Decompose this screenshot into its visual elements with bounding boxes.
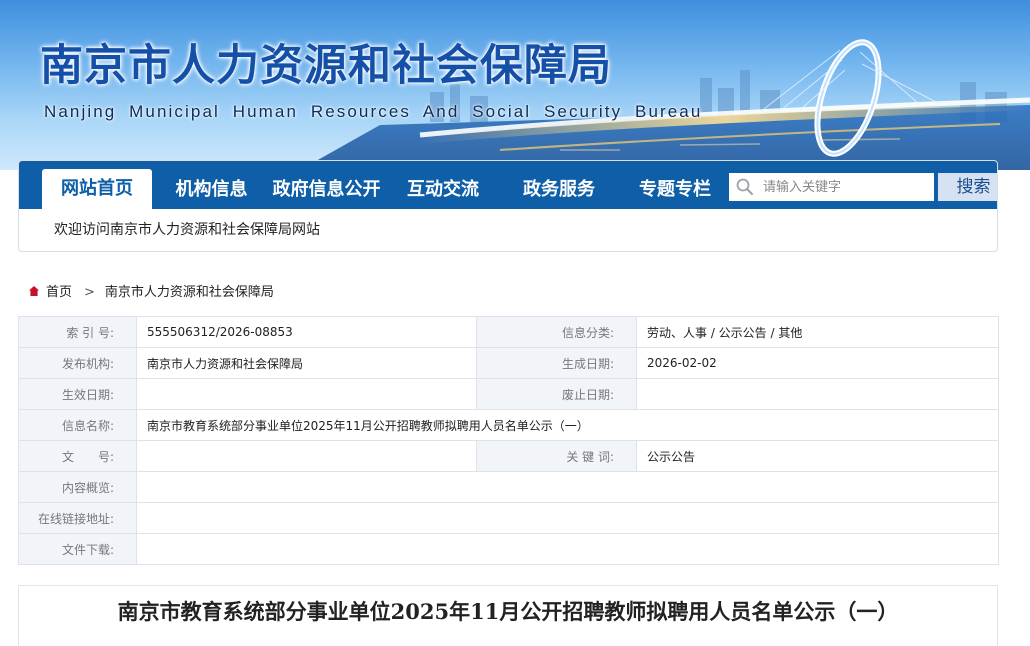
table-row: 发布机构: 南京市人力资源和社会保障局 生成日期: 2026-02-02 [18, 347, 999, 379]
table-row: 索 引 号: 555506312/2026-08853 信息分类: 劳动、人事 … [18, 316, 999, 348]
search-box [729, 173, 934, 201]
index-value: 555506312/2026-08853 [136, 316, 477, 348]
nav-item-interaction[interactable]: 互动交流 [397, 161, 489, 209]
expire-date-value [636, 378, 999, 410]
header-banner: 南京市人力资源和社会保障局 Nanjing Municipal Human Re… [0, 0, 1030, 170]
publisher-value: 南京市人力资源和社会保障局 [136, 347, 477, 379]
doc-number-label: 文 号: [18, 440, 137, 472]
category-label: 信息分类: [476, 316, 637, 348]
breadcrumb-current[interactable]: 南京市人力资源和社会保障局 [105, 285, 274, 300]
chevron-right-icon: > [84, 285, 95, 300]
document-info-table: 索 引 号: 555506312/2026-08853 信息分类: 劳动、人事 … [18, 316, 999, 565]
date-label: 生成日期: [476, 347, 637, 379]
nav-item-services[interactable]: 政务服务 [509, 161, 609, 209]
effective-date-value [136, 378, 477, 410]
table-row: 文件下载: [18, 533, 999, 565]
site-subtitle: Nanjing Municipal Human Resources And So… [44, 102, 703, 121]
nav-container: 网站首页 机构信息 政府信息公开 互动交流 政务服务 专题专栏 搜索 欢迎访问南… [18, 160, 998, 252]
online-link-value[interactable] [136, 502, 999, 534]
table-row: 文 号: 关 键 词: 公示公告 [18, 440, 999, 472]
category-value: 劳动、人事 / 公示公告 / 其他 [636, 316, 999, 348]
info-name-value: 南京市教育系统部分事业单位2025年11月公开招聘教师拟聘用人员名单公示（一） [136, 409, 999, 441]
summary-label: 内容概览: [18, 471, 137, 503]
effective-date-label: 生效日期: [18, 378, 137, 410]
table-row: 生效日期: 废止日期: [18, 378, 999, 410]
table-row: 在线链接地址: [18, 502, 999, 534]
breadcrumb: 首页 > 南京市人力资源和社会保障局 [28, 283, 274, 303]
search-input[interactable] [763, 173, 929, 201]
search-icon [736, 178, 753, 195]
info-name-label: 信息名称: [18, 409, 137, 441]
nav-item-gov-info[interactable]: 政府信息公开 [269, 161, 384, 209]
table-row: 信息名称: 南京市教育系统部分事业单位2025年11月公开招聘教师拟聘用人员名单… [18, 409, 999, 441]
publisher-label: 发布机构: [18, 347, 137, 379]
online-link-label: 在线链接地址: [18, 502, 137, 534]
main-nav: 网站首页 机构信息 政府信息公开 互动交流 政务服务 专题专栏 搜索 [19, 161, 997, 209]
file-download-value[interactable] [136, 533, 999, 565]
keyword-label: 关 键 词: [476, 440, 637, 472]
site-title: 南京市人力资源和社会保障局 [40, 41, 612, 91]
search-button[interactable]: 搜索 [938, 173, 997, 201]
nav-item-home[interactable]: 网站首页 [42, 169, 152, 209]
breadcrumb-home-link[interactable]: 首页 [46, 285, 72, 300]
file-download-label: 文件下载: [18, 533, 137, 565]
doc-number-value [136, 440, 477, 472]
welcome-text: 欢迎访问南京市人力资源和社会保障局网站 [54, 222, 320, 238]
summary-value [136, 471, 999, 503]
index-label: 索 引 号: [18, 316, 137, 348]
article-title: 南京市教育系统部分事业单位2025年11月公开招聘教师拟聘用人员名单公示（一） [117, 599, 899, 624]
date-value: 2026-02-02 [636, 347, 999, 379]
expire-date-label: 废止日期: [476, 378, 637, 410]
nav-item-organization[interactable]: 机构信息 [164, 161, 259, 209]
table-row: 内容概览: [18, 471, 999, 503]
article-container: 南京市教育系统部分事业单位2025年11月公开招聘教师拟聘用人员名单公示（一） [18, 585, 998, 646]
keyword-value: 公示公告 [636, 440, 999, 472]
nav-item-topics[interactable]: 专题专栏 [625, 161, 725, 209]
home-icon [29, 286, 39, 296]
